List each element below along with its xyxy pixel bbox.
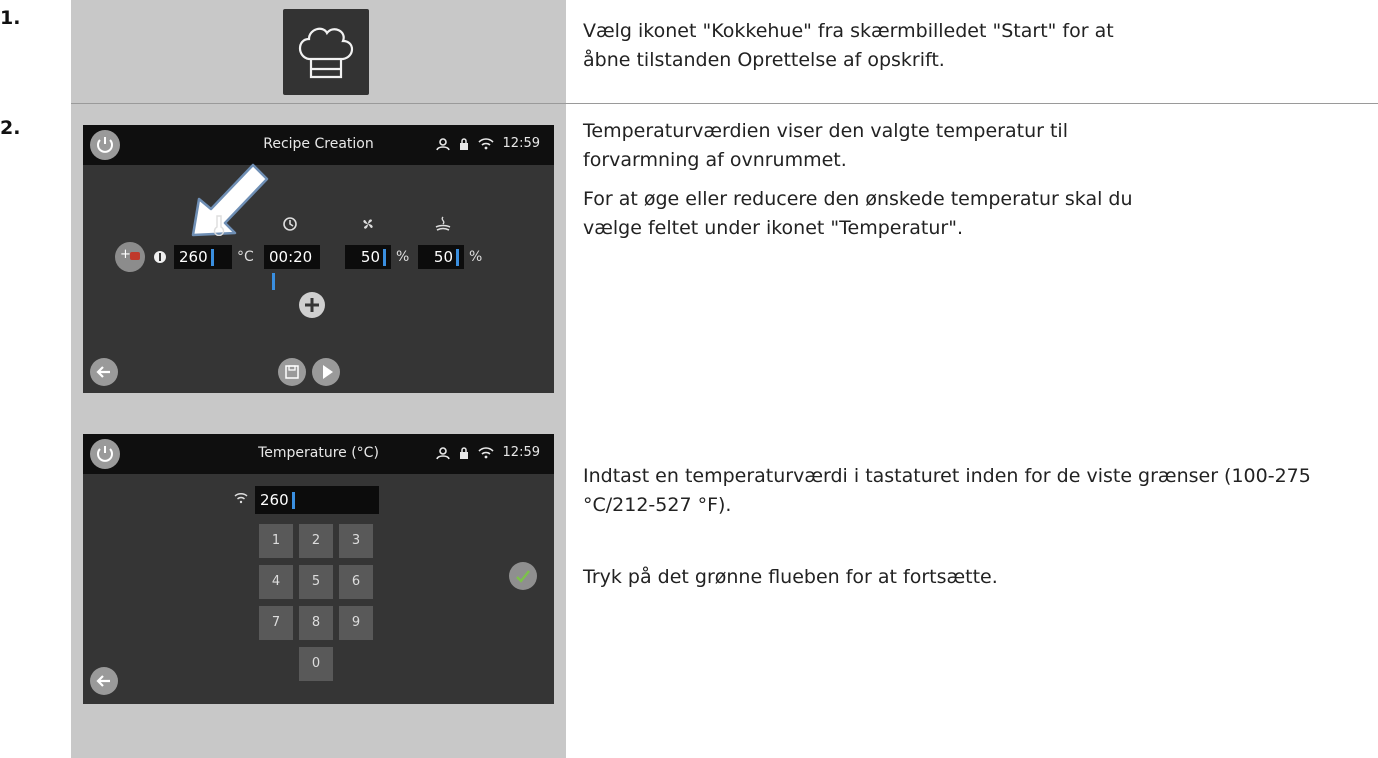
- key-6[interactable]: 6: [339, 565, 373, 599]
- fan-speed-value: 50: [360, 248, 380, 266]
- temperature-unit: °C: [237, 249, 254, 265]
- save-icon: [285, 365, 299, 379]
- key-3[interactable]: 3: [339, 524, 373, 558]
- text-cursor: [383, 249, 386, 266]
- clock-time: 12:59: [502, 136, 540, 151]
- confirm-button[interactable]: [509, 562, 537, 590]
- status-bar: Recipe Creation 12:59: [83, 125, 554, 165]
- key-9[interactable]: 9: [339, 606, 373, 640]
- chef-hat-tile[interactable]: [283, 9, 369, 95]
- step-1-image-panel: [71, 0, 566, 103]
- lock-icon: [459, 137, 468, 150]
- step-2-text-a2: For at øge eller reducere den ønskede te…: [583, 188, 1133, 239]
- back-arrow-icon: [96, 675, 110, 687]
- status-bar: Temperature (°C) 12:59: [83, 434, 554, 474]
- text-cursor: [210, 249, 214, 266]
- step-1-number: 1.: [0, 7, 21, 29]
- fan-speed-field[interactable]: 50: [345, 245, 391, 269]
- step-2-text-b1: Indtast en temperaturværdi i tastaturet …: [583, 465, 1311, 516]
- wifi-icon: [477, 138, 494, 150]
- clock-time: 12:59: [502, 445, 540, 460]
- text-cursor: [456, 249, 459, 266]
- start-button[interactable]: [312, 358, 340, 386]
- step-1-text: Vælg ikonet "Kokkehue" fra skærmbilledet…: [583, 20, 1114, 71]
- temperature-field[interactable]: 260: [174, 245, 232, 269]
- lock-icon: [459, 446, 468, 459]
- humidity-field[interactable]: 50: [418, 245, 464, 269]
- step-2-image-panel: Recipe Creation 12:59 + 260 °C 00:20 50 …: [71, 104, 566, 758]
- time-field[interactable]: 00:20: [264, 245, 320, 290]
- wifi-icon: [477, 447, 494, 459]
- fan-speed-unit: %: [396, 249, 410, 265]
- thermometer-icon: [213, 215, 225, 236]
- key-5[interactable]: 5: [299, 565, 333, 599]
- humidity-value: 50: [433, 248, 453, 266]
- clock-icon: [283, 217, 297, 231]
- chef-hat-icon: [298, 27, 354, 79]
- key-8[interactable]: 8: [299, 606, 333, 640]
- step-2-number: 2.: [0, 117, 21, 139]
- key-7[interactable]: 7: [259, 606, 293, 640]
- add-step-button[interactable]: [299, 292, 325, 318]
- time-value: 00:20: [269, 248, 313, 266]
- back-arrow-icon: [96, 366, 110, 378]
- signal-icon: [234, 493, 248, 504]
- step-2-text-a1: Temperaturværdien viser den valgte tempe…: [583, 120, 1068, 171]
- fan-icon: [363, 219, 373, 229]
- user-icon: [435, 446, 450, 459]
- temperature-value: 260: [179, 248, 208, 266]
- plus-icon: [305, 298, 319, 312]
- key-1[interactable]: 1: [259, 524, 293, 558]
- info-icon[interactable]: [154, 251, 166, 263]
- temperature-input[interactable]: 260: [255, 486, 379, 514]
- text-cursor: [272, 273, 275, 290]
- status-icons: 12:59: [435, 445, 540, 460]
- temperature-entry-screen: Temperature (°C) 12:59 260 1 2 3 4 5 6 7…: [83, 434, 554, 704]
- key-2[interactable]: 2: [299, 524, 333, 558]
- play-icon: [323, 365, 333, 379]
- text-cursor: [291, 492, 295, 509]
- humidity-unit: %: [469, 249, 483, 265]
- back-button[interactable]: [90, 667, 118, 695]
- step-2-text-b2: Tryk på det grønne flueben for at fortsæ…: [583, 566, 998, 588]
- checkmark-icon: [516, 570, 530, 583]
- user-icon: [435, 137, 450, 150]
- back-button[interactable]: [90, 358, 118, 386]
- recipe-creation-screen: Recipe Creation 12:59 + 260 °C 00:20 50 …: [83, 125, 554, 393]
- status-icons: 12:59: [435, 136, 540, 151]
- steam-icon: [435, 216, 451, 231]
- key-4[interactable]: 4: [259, 565, 293, 599]
- add-phase-button[interactable]: +: [115, 242, 145, 272]
- temperature-input-value: 260: [260, 491, 289, 509]
- phase-icon: [130, 252, 140, 260]
- save-button[interactable]: [278, 358, 306, 386]
- key-0[interactable]: 0: [299, 647, 333, 681]
- arrow-pointer-icon: [191, 163, 269, 237]
